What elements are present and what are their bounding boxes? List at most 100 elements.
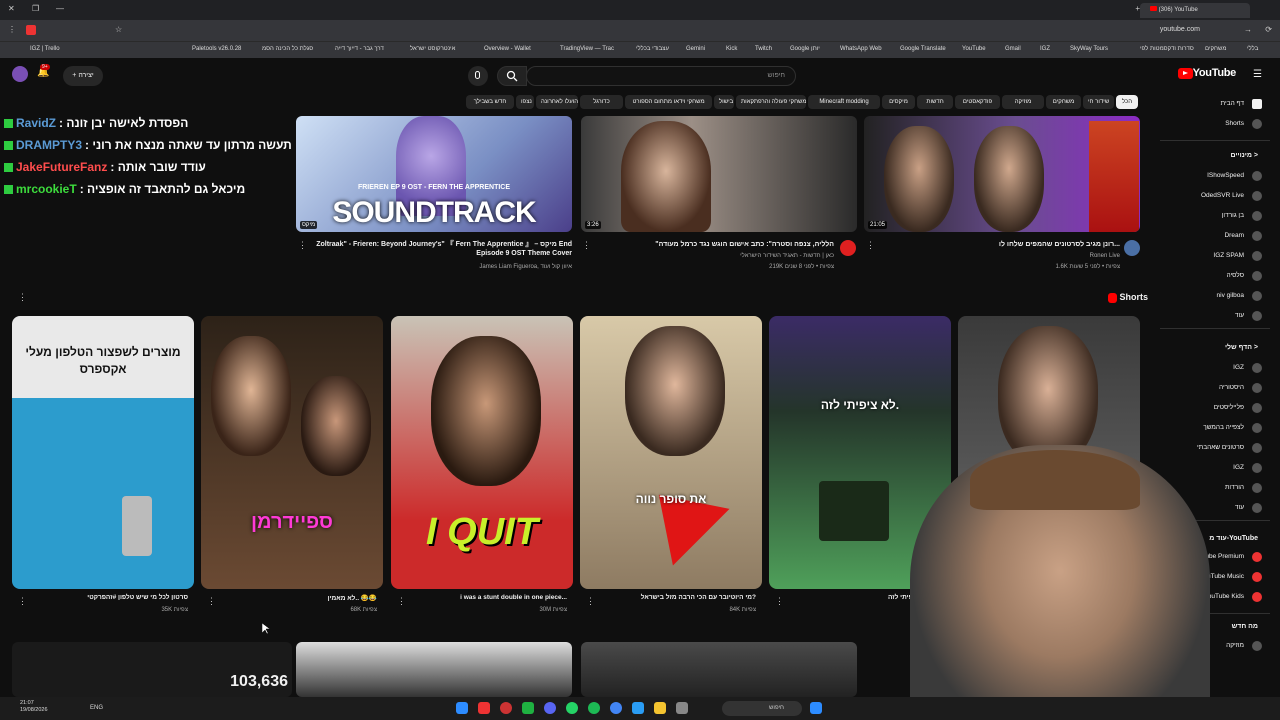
chip-12[interactable]: הועלו לאחרונה (536, 95, 578, 109)
taskbar-app-icon[interactable] (500, 702, 512, 714)
video-channel[interactable]: כאן | חדשות - תאגיד השידור הישראלי (594, 252, 834, 260)
bookmark-item[interactable]: אינטרקוסט ישראל (410, 46, 455, 52)
sidebar-item[interactable]: niv gilboa (1160, 288, 1270, 304)
more-options-icon[interactable]: ⋮ (18, 596, 27, 607)
chip-13[interactable]: נצפו (516, 95, 534, 109)
taskbar-search[interactable]: חיפוש (722, 701, 802, 716)
short-title[interactable]: סרטון לכל מי שיש טלפון #זהפרקטי (28, 594, 188, 601)
more-options-icon[interactable]: ⋮ (586, 596, 595, 607)
bookmark-item[interactable]: WhatsApp Web (840, 46, 882, 52)
taskbar-app-icon[interactable] (544, 702, 556, 714)
more-options-icon[interactable]: ⋮ (207, 596, 216, 607)
chip-4[interactable]: פודקאסטים (955, 95, 1000, 109)
forward-icon[interactable]: → (1244, 25, 1252, 34)
taskbar-app-icon[interactable] (676, 702, 688, 714)
short-title[interactable]: i was a stunt double in one piece... (407, 594, 567, 601)
menu-icon[interactable]: ☰ (1253, 69, 1262, 80)
reload-icon[interactable]: ⟳ (1265, 25, 1272, 34)
taskbar-app-icon[interactable] (588, 702, 600, 714)
sidebar-item[interactable]: Shorts (1160, 116, 1270, 132)
taskbar-app-icon[interactable] (522, 702, 534, 714)
taskbar-app-icon[interactable] (632, 702, 644, 714)
search-input[interactable]: חיפוש (526, 66, 796, 86)
more-options-icon[interactable]: ⋮ (18, 292, 27, 303)
video-thumbnail[interactable] (296, 642, 572, 697)
sidebar-item[interactable]: Dream (1160, 228, 1270, 244)
chip-6[interactable]: מיקסים (882, 95, 915, 109)
bookmark-item[interactable]: Gemini (686, 46, 705, 52)
bookmark-item[interactable]: בללי (1247, 46, 1258, 52)
bookmark-item[interactable]: IGZ (1040, 46, 1050, 52)
sidebar-item[interactable]: IGZ (1160, 360, 1270, 376)
bookmark-item[interactable]: Kick (726, 46, 737, 52)
video-thumbnail[interactable]: FRIEREN EP 9 OST - FERN THE APPRENTICE S… (296, 116, 572, 232)
video-thumbnail[interactable] (581, 642, 857, 697)
bookmark-item[interactable]: SkyWay Tours (1070, 46, 1108, 52)
video-channel[interactable]: Ronen Live (880, 252, 1120, 260)
restore-window-icon[interactable]: ❐ (32, 4, 39, 13)
youtube-logo[interactable]: YouTube (1175, 67, 1236, 79)
bookmark-item[interactable]: Twitch (755, 46, 772, 52)
video-title[interactable]: "הלליה, צנפה וסטרה": כתב אישום הוגש נגד … (594, 240, 834, 249)
bookmark-item[interactable]: דרך גבר - דייוך דייה (335, 46, 384, 52)
sidebar-section-header[interactable]: הדף שלי > (1225, 344, 1258, 351)
channel-avatar[interactable] (840, 240, 856, 256)
sidebar-item[interactable]: עוד (1160, 308, 1270, 324)
chip-5[interactable]: חדשות (917, 95, 953, 109)
sidebar-item[interactable]: פלייליסטים (1160, 400, 1270, 416)
sidebar-item[interactable]: דף הבית (1160, 96, 1270, 112)
minimize-window-icon[interactable]: — (56, 4, 64, 13)
chip-7[interactable]: Minecraft modding (808, 95, 880, 109)
bookmark-item[interactable]: עצבודי בכללי (636, 46, 669, 52)
bookmark-item[interactable]: YouTube (962, 46, 986, 52)
search-button[interactable] (497, 66, 527, 86)
bookmark-item[interactable]: Paletools v26.0.28 (192, 46, 241, 52)
chip-11[interactable]: כדורגל (580, 95, 623, 109)
sidebar-item[interactable]: סלסיה (1160, 268, 1270, 284)
sidebar-item[interactable]: היסטוריה (1160, 380, 1270, 396)
folder-icon[interactable] (654, 702, 666, 714)
sidebar-section-header[interactable]: מינויים > (1231, 152, 1259, 159)
channel-avatar[interactable] (1124, 240, 1140, 256)
short-title[interactable]: מי היוטיובר עם הכי הרבה מזל בישראל? (596, 594, 756, 601)
video-thumbnail[interactable]: 3:26 (581, 116, 857, 232)
voice-search-button[interactable] (468, 66, 488, 86)
bookmark-item[interactable]: IGZ | Trello (30, 46, 60, 52)
more-options-icon[interactable]: ⋮ (298, 240, 307, 251)
windows-start-icon[interactable] (810, 702, 822, 714)
chip-14[interactable]: חדש בשבילך (466, 95, 514, 109)
more-options-icon[interactable]: ⋮ (866, 240, 875, 251)
browser-tab[interactable]: (306) YouTube (1140, 3, 1250, 18)
sidebar-item[interactable]: OdedSVR Live (1160, 188, 1270, 204)
more-options-icon[interactable]: ⋮ (582, 240, 591, 251)
short-thumbnail[interactable]: ספיידרמן (201, 316, 383, 589)
video-thumbnail[interactable]: 21:05 (864, 116, 1140, 232)
short-title[interactable]: לא מאמין.. 😂😂 (217, 594, 377, 602)
short-thumbnail[interactable]: מוצרים לשפצור הטלפון מעלי אקספרס (12, 316, 194, 589)
extension-icon[interactable] (26, 25, 36, 35)
taskbar-app-icon[interactable] (478, 702, 490, 714)
bookmark-item[interactable]: TradingView — Trac (560, 46, 614, 52)
short-thumbnail[interactable]: את סופר נווה (580, 316, 762, 589)
chip-10[interactable]: משחקי וידאו מתחום הספורט (625, 95, 712, 109)
chip-1[interactable]: שידור חי (1083, 95, 1114, 109)
bookmark-item[interactable]: Overview - Wallet (484, 46, 531, 52)
video-title[interactable]: רונן מגיב לסרטונים שהמפים שלחו לו... (880, 240, 1120, 249)
sidebar-item[interactable]: בן גורדון (1160, 208, 1270, 224)
bookmark-item[interactable]: משחקים (1205, 46, 1226, 52)
bookmark-item[interactable]: סדרות ודקסמטות לפי (1140, 46, 1194, 52)
star-icon[interactable]: ☆ (115, 25, 122, 34)
chrome-icon[interactable] (610, 702, 622, 714)
back-icon[interactable]: ⋮ (8, 25, 16, 34)
url-field[interactable]: youtube.com (1160, 26, 1200, 33)
new-tab-icon[interactable]: + (1135, 4, 1140, 13)
bookmark-item[interactable]: Gmail (1005, 46, 1021, 52)
sidebar-item[interactable]: IShowSpeed (1160, 168, 1270, 184)
short-thumbnail[interactable]: I QUIT (391, 316, 573, 589)
chip-9[interactable]: בישול (714, 95, 734, 109)
taskbar-app-icon[interactable] (456, 702, 468, 714)
bookmark-item[interactable]: Google יותן (790, 46, 820, 52)
language-indicator[interactable]: ENG (90, 705, 103, 711)
sidebar-item[interactable]: IGZ SPAM (1160, 248, 1270, 264)
create-button[interactable]: + יצירה (63, 66, 103, 86)
